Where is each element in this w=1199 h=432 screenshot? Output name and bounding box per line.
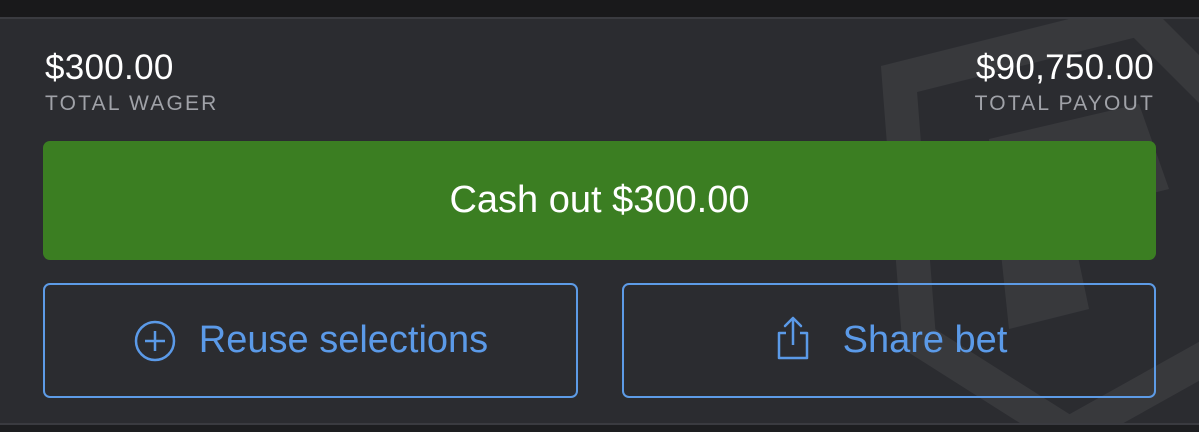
reuse-selections-button[interactable]: Reuse selections	[43, 283, 578, 398]
bet-summary-card: $300.00 TOTAL WAGER $90,750.00 TOTAL PAY…	[0, 17, 1199, 425]
total-wager-label: TOTAL WAGER	[45, 92, 219, 115]
total-payout-label: TOTAL PAYOUT	[974, 92, 1155, 115]
cash-out-label: Cash out $300.00	[449, 179, 750, 221]
plus-circle-icon	[133, 319, 177, 363]
share-icon	[771, 316, 815, 360]
total-payout-amount: $90,750.00	[975, 48, 1154, 87]
top-divider	[0, 0, 1199, 17]
cash-out-button[interactable]: Cash out $300.00	[43, 141, 1156, 260]
total-wager-amount: $300.00	[45, 48, 174, 87]
share-bet-label: Share bet	[842, 319, 1008, 361]
share-bet-button[interactable]: Share bet	[622, 283, 1156, 398]
reuse-selections-label: Reuse selections	[198, 319, 489, 361]
bottom-divider	[0, 423, 1199, 432]
